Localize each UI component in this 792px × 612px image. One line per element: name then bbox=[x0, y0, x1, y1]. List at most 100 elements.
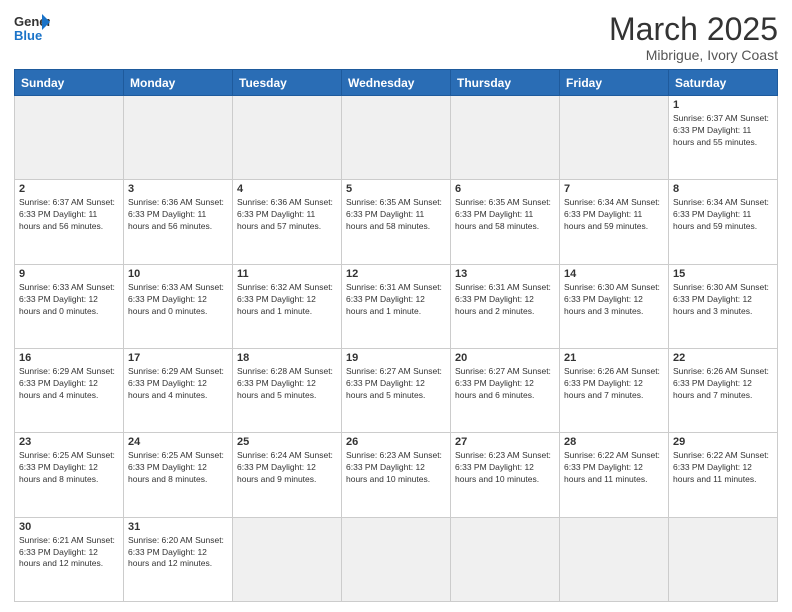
day-number: 25 bbox=[237, 436, 337, 448]
table-row bbox=[560, 517, 669, 601]
col-friday: Friday bbox=[560, 70, 669, 96]
col-wednesday: Wednesday bbox=[342, 70, 451, 96]
table-row: 31 Sunrise: 6:20 AM Sunset: 6:33 PM Dayli… bbox=[124, 517, 233, 601]
day-number: 13 bbox=[455, 268, 555, 280]
col-tuesday: Tuesday bbox=[233, 70, 342, 96]
day-number: 1 bbox=[673, 99, 773, 111]
table-row bbox=[560, 96, 669, 180]
day-info: Sunrise: 6:32 AM Sunset: 6:33 PM Dayligh… bbox=[237, 282, 337, 318]
day-info: Sunrise: 6:34 AM Sunset: 6:33 PM Dayligh… bbox=[673, 197, 773, 233]
calendar-week-row: 30 Sunrise: 6:21 AM Sunset: 6:33 PM Dayli… bbox=[15, 517, 778, 601]
day-number: 9 bbox=[19, 268, 119, 280]
day-info: Sunrise: 6:25 AM Sunset: 6:33 PM Dayligh… bbox=[128, 450, 228, 486]
day-info: Sunrise: 6:33 AM Sunset: 6:33 PM Dayligh… bbox=[128, 282, 228, 318]
table-row bbox=[451, 96, 560, 180]
table-row: 30 Sunrise: 6:21 AM Sunset: 6:33 PM Dayli… bbox=[15, 517, 124, 601]
calendar-week-row: 2Sunrise: 6:37 AM Sunset: 6:33 PM Daylig… bbox=[15, 180, 778, 264]
table-row bbox=[124, 96, 233, 180]
day-info: Sunrise: 6:37 AM Sunset: 6:33 PM Dayligh… bbox=[673, 113, 773, 149]
day-info: Sunrise: 6:35 AM Sunset: 6:33 PM Dayligh… bbox=[455, 197, 555, 233]
table-row: 18 Sunrise: 6:28 AM Sunset: 6:33 PM Dayli… bbox=[233, 349, 342, 433]
table-row: 23Sunrise: 6:25 AM Sunset: 6:33 PM Dayli… bbox=[15, 433, 124, 517]
day-number: 14 bbox=[564, 268, 664, 280]
table-row: 17 Sunrise: 6:29 AM Sunset: 6:33 PM Dayli… bbox=[124, 349, 233, 433]
day-info: Sunrise: 6:23 AM Sunset: 6:33 PM Dayligh… bbox=[346, 450, 446, 486]
day-info: Sunrise: 6:27 AM Sunset: 6:33 PM Dayligh… bbox=[346, 366, 446, 402]
day-info: Sunrise: 6:31 AM Sunset: 6:33 PM Dayligh… bbox=[346, 282, 446, 318]
calendar-week-row: 23Sunrise: 6:25 AM Sunset: 6:33 PM Dayli… bbox=[15, 433, 778, 517]
calendar-table: Sunday Monday Tuesday Wednesday Thursday… bbox=[14, 69, 778, 602]
table-row: 5Sunrise: 6:35 AM Sunset: 6:33 PM Daylig… bbox=[342, 180, 451, 264]
col-thursday: Thursday bbox=[451, 70, 560, 96]
day-number: 26 bbox=[346, 436, 446, 448]
day-number: 7 bbox=[564, 183, 664, 195]
day-number: 17 bbox=[128, 352, 228, 364]
day-number: 30 bbox=[19, 521, 119, 533]
location: Mibrigue, Ivory Coast bbox=[609, 47, 778, 63]
day-number: 22 bbox=[673, 352, 773, 364]
table-row: 2Sunrise: 6:37 AM Sunset: 6:33 PM Daylig… bbox=[15, 180, 124, 264]
table-row: 20 Sunrise: 6:27 AM Sunset: 6:33 PM Dayli… bbox=[451, 349, 560, 433]
day-number: 15 bbox=[673, 268, 773, 280]
day-number: 19 bbox=[346, 352, 446, 364]
day-info: Sunrise: 6:28 AM Sunset: 6:33 PM Dayligh… bbox=[237, 366, 337, 402]
table-row: 9 Sunrise: 6:33 AM Sunset: 6:33 PM Daylig… bbox=[15, 264, 124, 348]
day-info: Sunrise: 6:36 AM Sunset: 6:33 PM Dayligh… bbox=[128, 197, 228, 233]
table-row: 8 Sunrise: 6:34 AM Sunset: 6:33 PM Daylig… bbox=[669, 180, 778, 264]
table-row: 16 Sunrise: 6:29 AM Sunset: 6:33 PM Dayli… bbox=[15, 349, 124, 433]
table-row: 3 Sunrise: 6:36 AM Sunset: 6:33 PM Daylig… bbox=[124, 180, 233, 264]
calendar-week-row: 9 Sunrise: 6:33 AM Sunset: 6:33 PM Daylig… bbox=[15, 264, 778, 348]
day-number: 3 bbox=[128, 183, 228, 195]
day-info: Sunrise: 6:30 AM Sunset: 6:33 PM Dayligh… bbox=[564, 282, 664, 318]
table-row: 25Sunrise: 6:24 AM Sunset: 6:33 PM Dayli… bbox=[233, 433, 342, 517]
day-number: 20 bbox=[455, 352, 555, 364]
day-info: Sunrise: 6:35 AM Sunset: 6:33 PM Dayligh… bbox=[346, 197, 446, 233]
day-number: 27 bbox=[455, 436, 555, 448]
table-row bbox=[451, 517, 560, 601]
day-info: Sunrise: 6:36 AM Sunset: 6:33 PM Dayligh… bbox=[237, 197, 337, 233]
table-row bbox=[342, 517, 451, 601]
day-info: Sunrise: 6:21 AM Sunset: 6:33 PM Dayligh… bbox=[19, 535, 119, 571]
day-number: 2 bbox=[19, 183, 119, 195]
day-number: 12 bbox=[346, 268, 446, 280]
svg-text:Blue: Blue bbox=[14, 28, 42, 43]
day-info: Sunrise: 6:30 AM Sunset: 6:33 PM Dayligh… bbox=[673, 282, 773, 318]
table-row: 4 Sunrise: 6:36 AM Sunset: 6:33 PM Daylig… bbox=[233, 180, 342, 264]
day-info: Sunrise: 6:26 AM Sunset: 6:33 PM Dayligh… bbox=[564, 366, 664, 402]
day-info: Sunrise: 6:26 AM Sunset: 6:33 PM Dayligh… bbox=[673, 366, 773, 402]
table-row: 22 Sunrise: 6:26 AM Sunset: 6:33 PM Dayli… bbox=[669, 349, 778, 433]
table-row: 28 Sunrise: 6:22 AM Sunset: 6:33 PM Dayli… bbox=[560, 433, 669, 517]
day-number: 28 bbox=[564, 436, 664, 448]
col-sunday: Sunday bbox=[15, 70, 124, 96]
table-row: 7Sunrise: 6:34 AM Sunset: 6:33 PM Daylig… bbox=[560, 180, 669, 264]
table-row bbox=[15, 96, 124, 180]
table-row: 6 Sunrise: 6:35 AM Sunset: 6:33 PM Daylig… bbox=[451, 180, 560, 264]
day-info: Sunrise: 6:22 AM Sunset: 6:33 PM Dayligh… bbox=[564, 450, 664, 486]
table-row: 26 Sunrise: 6:23 AM Sunset: 6:33 PM Dayli… bbox=[342, 433, 451, 517]
day-number: 4 bbox=[237, 183, 337, 195]
day-number: 10 bbox=[128, 268, 228, 280]
generalblue-logo-icon: General Blue bbox=[14, 12, 50, 44]
month-title: March 2025 bbox=[609, 12, 778, 47]
day-number: 18 bbox=[237, 352, 337, 364]
day-number: 11 bbox=[237, 268, 337, 280]
day-number: 16 bbox=[19, 352, 119, 364]
table-row bbox=[342, 96, 451, 180]
day-number: 31 bbox=[128, 521, 228, 533]
col-monday: Monday bbox=[124, 70, 233, 96]
day-number: 8 bbox=[673, 183, 773, 195]
table-row: 13Sunrise: 6:31 AM Sunset: 6:33 PM Dayli… bbox=[451, 264, 560, 348]
day-number: 6 bbox=[455, 183, 555, 195]
day-info: Sunrise: 6:29 AM Sunset: 6:33 PM Dayligh… bbox=[128, 366, 228, 402]
table-row bbox=[233, 96, 342, 180]
day-info: Sunrise: 6:33 AM Sunset: 6:33 PM Dayligh… bbox=[19, 282, 119, 318]
table-row: 1 Sunrise: 6:37 AM Sunset: 6:33 PM Daylig… bbox=[669, 96, 778, 180]
day-info: Sunrise: 6:27 AM Sunset: 6:33 PM Dayligh… bbox=[455, 366, 555, 402]
day-info: Sunrise: 6:20 AM Sunset: 6:33 PM Dayligh… bbox=[128, 535, 228, 571]
logo: General Blue bbox=[14, 12, 50, 44]
day-info: Sunrise: 6:25 AM Sunset: 6:33 PM Dayligh… bbox=[19, 450, 119, 486]
table-row: 24Sunrise: 6:25 AM Sunset: 6:33 PM Dayli… bbox=[124, 433, 233, 517]
day-info: Sunrise: 6:29 AM Sunset: 6:33 PM Dayligh… bbox=[19, 366, 119, 402]
table-row: 10 Sunrise: 6:33 AM Sunset: 6:33 PM Dayli… bbox=[124, 264, 233, 348]
table-row: 14 Sunrise: 6:30 AM Sunset: 6:33 PM Dayli… bbox=[560, 264, 669, 348]
